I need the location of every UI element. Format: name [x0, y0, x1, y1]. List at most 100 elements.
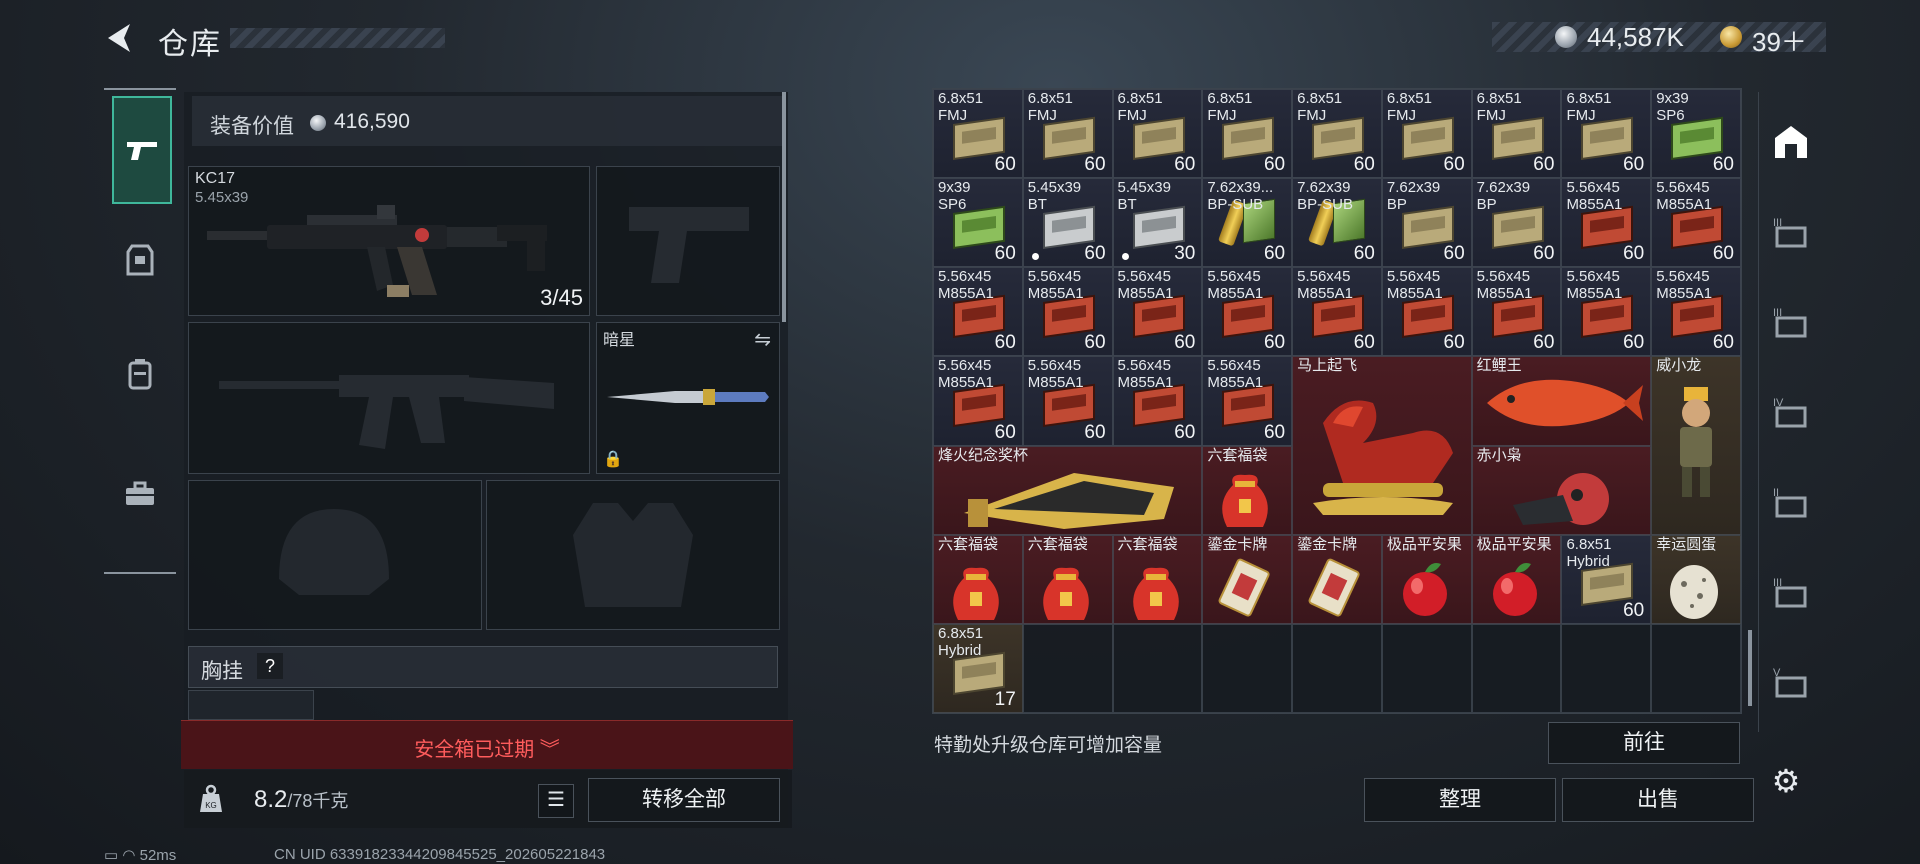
warehouse-item[interactable]: 6.8x51 FMJ 60 [1112, 89, 1203, 179]
transfer-all-button[interactable]: 转移全部 [588, 778, 780, 822]
warehouse-item[interactable]: 6.8x51 Hybrid 17 [933, 623, 1023, 713]
gold-balance[interactable]: 39＋ [1752, 22, 1807, 59]
warehouse-item[interactable]: 6.8x51 FMJ 60 [933, 89, 1023, 179]
tab-weapons[interactable] [112, 96, 172, 204]
warehouse-item[interactable]: 6.8x51 FMJ 60 [1381, 89, 1472, 179]
item-label: 5.56x45 M855A1 [1207, 357, 1264, 392]
tab-storage-5[interactable]: V [1765, 652, 1817, 712]
owl-figure-icon [1512, 472, 1609, 525]
silver-coin-icon [310, 115, 326, 131]
warehouse-item[interactable]: 7.62x39 BP 60 [1471, 178, 1562, 268]
sell-button[interactable]: 出售 [1562, 778, 1754, 822]
warehouse-item[interactable]: 5.45x39 BT 30 [1112, 178, 1203, 268]
warehouse-item[interactable]: 5.56x45 M855A1 60 [1022, 267, 1113, 357]
warehouse-item[interactable]: 5.56x45 M855A1 60 [1651, 178, 1741, 268]
warehouse-item[interactable]: 6.8x51 FMJ 60 [1022, 89, 1113, 179]
item-count: 17 [994, 689, 1016, 710]
trophy-icon [964, 472, 1174, 529]
lucky-egg-icon [1670, 564, 1719, 619]
tab-storage-3a[interactable]: III [1765, 202, 1817, 262]
chest-rig-slot[interactable] [188, 690, 314, 720]
warehouse-item[interactable]: 红鲤王 [1471, 356, 1652, 446]
tab-warehouse-main[interactable] [1765, 112, 1817, 172]
primary-weapon-slot[interactable]: KC17 5.45x39 3/45 [188, 166, 590, 316]
pistol-slot[interactable] [596, 166, 780, 316]
warehouse-item[interactable]: 极品平安果 [1471, 534, 1562, 624]
warehouse-item[interactable]: 六套福袋 [1022, 534, 1113, 624]
empty-slot[interactable] [1561, 623, 1652, 713]
helmet-slot[interactable] [188, 480, 482, 630]
warehouse-item[interactable]: 5.45x39 BT 60 [1022, 178, 1113, 268]
warehouse-item[interactable]: 7.62x39 BP 60 [1381, 178, 1472, 268]
warehouse-item[interactable]: 极品平安果 [1381, 534, 1472, 624]
warehouse-item[interactable]: 六套福袋 [1202, 445, 1293, 535]
warehouse-item[interactable]: 六套福袋 [933, 534, 1023, 624]
warehouse-item[interactable]: 6.8x51 FMJ 60 [1471, 89, 1562, 179]
warehouse-item[interactable]: 幸运圆蛋 [1651, 534, 1741, 624]
help-button[interactable]: ? [257, 653, 283, 679]
empty-slot[interactable] [1022, 623, 1113, 713]
item-count: 60 [1623, 599, 1645, 621]
warehouse-item[interactable]: 六套福袋 [1112, 534, 1203, 624]
warehouse-item[interactable]: 5.56x45 M855A1 60 [1561, 267, 1652, 357]
secondary-weapon-slot[interactable] [188, 322, 590, 474]
empty-slot[interactable] [1112, 623, 1203, 713]
warehouse-item[interactable]: 烽火纪念奖杯 [933, 445, 1203, 535]
swap-icon[interactable]: ⇋ [754, 327, 771, 352]
tab-toolbox[interactable] [112, 440, 168, 548]
warehouse-item[interactable]: 赤小枭 [1471, 445, 1652, 535]
knife-icon [607, 389, 769, 405]
warehouse-item[interactable]: 鎏金卡牌 [1202, 534, 1293, 624]
empty-slot[interactable] [1202, 623, 1293, 713]
empty-slot[interactable] [1471, 623, 1562, 713]
warehouse-item[interactable]: 5.56x45 M855A1 60 [1471, 267, 1562, 357]
warehouse-scrollbar[interactable] [1748, 630, 1752, 706]
equipment-scrollbar[interactable] [782, 92, 786, 322]
tab-helmet-armor[interactable] [112, 206, 168, 314]
warehouse-item[interactable]: 5.56x45 M855A1 60 [1561, 178, 1652, 268]
warehouse-item[interactable]: 5.56x45 M855A1 60 [1381, 267, 1472, 357]
warehouse-item[interactable]: 5.56x45 M855A1 60 [1112, 267, 1203, 357]
warehouse-item[interactable]: 5.56x45 M855A1 60 [933, 356, 1023, 446]
warehouse-item[interactable]: 6.8x51 FMJ 60 [1561, 89, 1652, 179]
item-label: 六套福袋 [938, 535, 999, 553]
armor-slot[interactable] [486, 480, 780, 630]
tab-backpack[interactable] [112, 320, 168, 428]
empty-slot[interactable] [1381, 623, 1472, 713]
goto-button[interactable]: 前往 [1548, 722, 1740, 764]
warehouse-item[interactable]: 7.62x39 BP-SUB 60 [1292, 178, 1382, 268]
warehouse-item[interactable]: 马上起飞 [1292, 356, 1472, 535]
warehouse-item[interactable]: 7.62x39... BP-SUB 60 [1202, 178, 1293, 268]
warehouse-item[interactable]: 5.56x45 M855A1 60 [1112, 356, 1203, 446]
warehouse-item[interactable]: 5.56x45 M855A1 60 [1022, 356, 1113, 446]
warehouse-item[interactable]: 9x39 SP6 60 [1651, 89, 1741, 179]
sort-button[interactable]: 整理 [1364, 778, 1556, 822]
warehouse-item[interactable]: 6.8x51 Hybrid 60 [1561, 534, 1652, 624]
settings-gear-icon[interactable]: ⚙ [1766, 762, 1806, 802]
tab-storage-3b[interactable]: III [1765, 292, 1817, 352]
tab-storage-3c[interactable]: III [1765, 562, 1817, 622]
warehouse-page-tabs: III III IV II III V [1758, 92, 1823, 732]
warehouse-item[interactable]: 5.56x45 M855A1 60 [1202, 356, 1293, 446]
warehouse-item[interactable]: 5.56x45 M855A1 60 [1292, 267, 1382, 357]
warehouse-item[interactable]: 5.56x45 M855A1 60 [933, 267, 1023, 357]
safe-box-expired-banner[interactable]: 安全箱已过期 ︾ [181, 720, 793, 769]
warehouse-item[interactable]: 5.56x45 M855A1 60 [1202, 267, 1293, 357]
warehouse-item[interactable]: 威小龙 [1651, 356, 1741, 535]
empty-slot[interactable] [1651, 623, 1741, 713]
warehouse-item[interactable]: 5.56x45 M855A1 60 [1651, 267, 1741, 357]
warehouse-item[interactable]: 6.8x51 FMJ 60 [1292, 89, 1382, 179]
tab-storage-4[interactable]: IV [1765, 382, 1817, 442]
warehouse-item[interactable]: 6.8x51 FMJ 60 [1202, 89, 1293, 179]
item-count: 60 [1623, 154, 1645, 176]
warehouse-item[interactable]: 9x39 SP6 60 [933, 178, 1023, 268]
weight-current: 8.2 [254, 786, 288, 813]
chest-rig-row[interactable]: 胸挂 ? [188, 646, 778, 688]
melee-slot[interactable]: 暗星 ⇋ 🔒 [596, 322, 780, 474]
warehouse-item[interactable]: 鎏金卡牌 [1292, 534, 1382, 624]
empty-slot[interactable] [1292, 623, 1382, 713]
tab-storage-2[interactable]: II [1765, 472, 1817, 532]
back-button[interactable] [100, 18, 140, 58]
equipment-category-tabs [104, 88, 176, 574]
list-view-button[interactable]: ☰ [538, 784, 574, 818]
